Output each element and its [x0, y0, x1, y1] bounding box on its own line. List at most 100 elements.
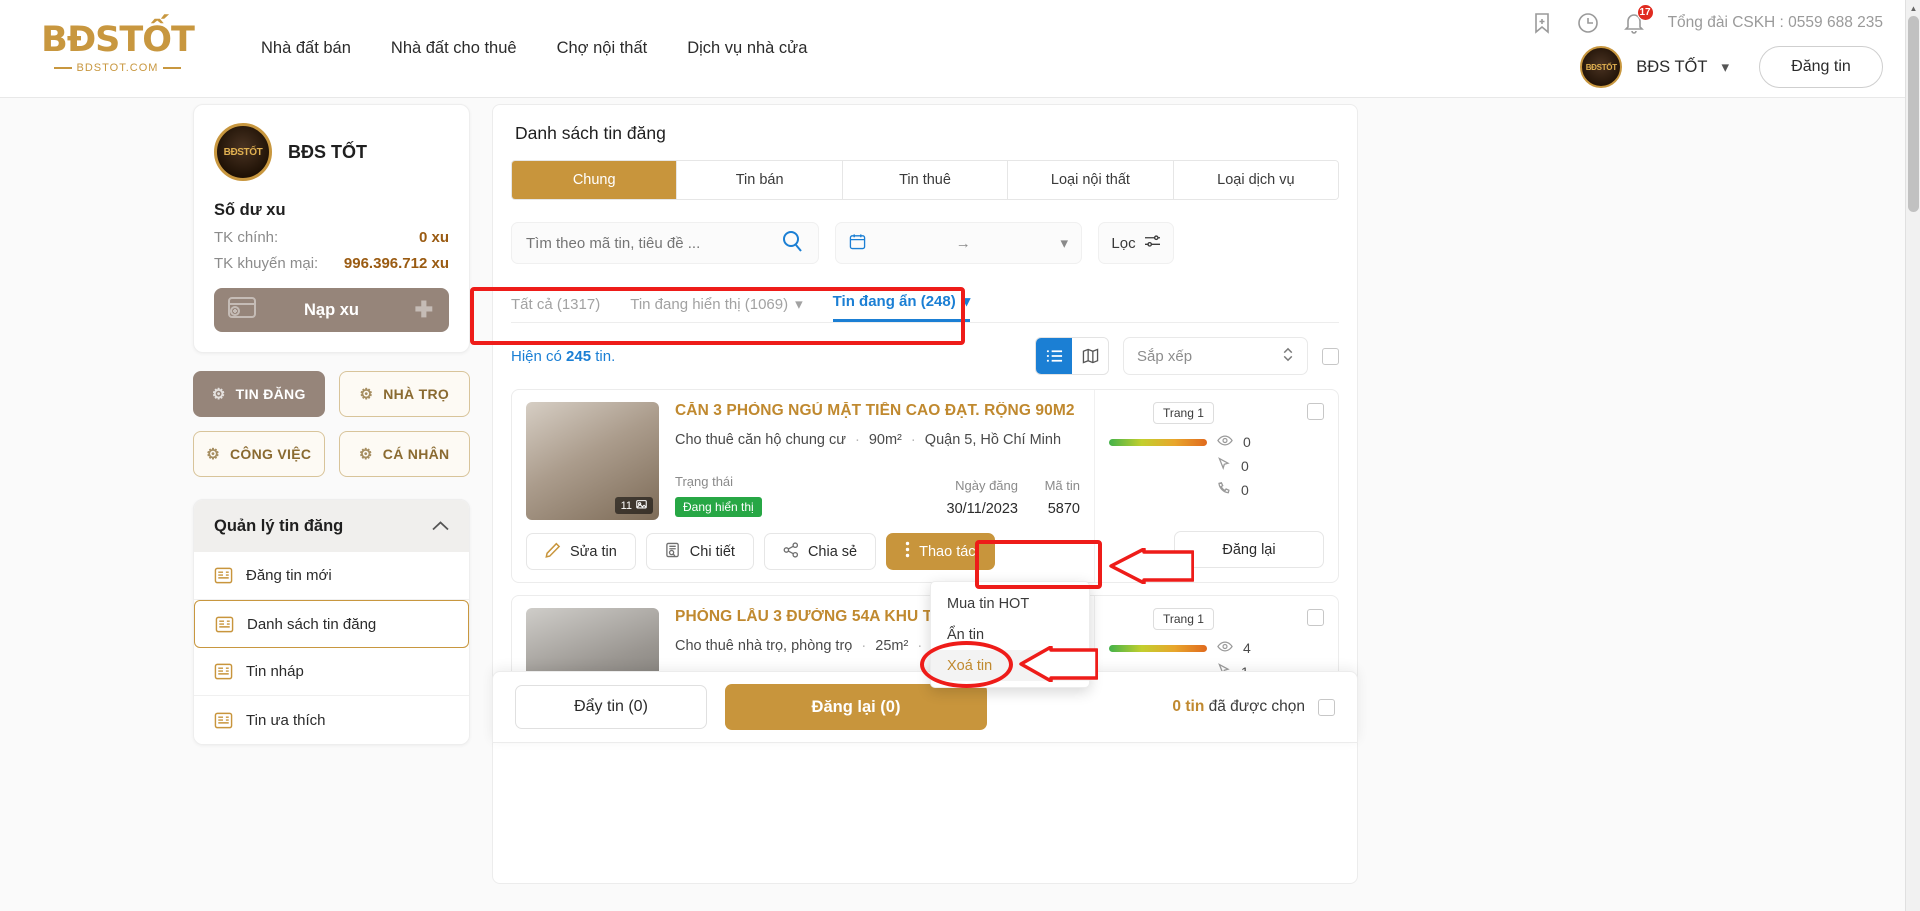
nav-item-nha-dat-cho-thue[interactable]: Nhà đất cho thuê [391, 39, 517, 58]
avatar[interactable]: BĐSTỐT [1580, 46, 1623, 88]
sort-chevrons-icon [1282, 346, 1294, 367]
hotline-text: Tổng đài CSKH : 0559 688 235 [1667, 14, 1883, 31]
tab-loai-noi-that[interactable]: Loại nội thất [1008, 161, 1174, 199]
dropdown-item-mua-tin-hot[interactable]: Mua tin HOT [931, 588, 1089, 619]
scrollbar-thumb[interactable] [1908, 16, 1919, 212]
tab-tin-thue[interactable]: Tin thuê [842, 161, 1009, 199]
listing-action-row: Sửa tin Chi tiết Chia sẻ Thao tác [526, 533, 1080, 570]
balance-label-promo: TK khuyến mại: [214, 255, 319, 272]
tab-tin-ban[interactable]: Tin bán [677, 161, 843, 199]
filter-button[interactable]: Lọc [1098, 222, 1174, 264]
status-tab-tat-ca[interactable]: Tất cả (1317) [511, 296, 600, 322]
listing-details-grid: Trạng thái Đang hiển thị Ngày đăng 30/11… [675, 474, 1080, 517]
listing-select-checkbox[interactable] [1307, 403, 1324, 420]
actions-menu-button[interactable]: Thao tác [886, 533, 995, 570]
quick-button-label: CÁ NHÂN [382, 446, 450, 462]
date-range-picker[interactable]: → ▾ [835, 222, 1082, 264]
sidebar-item-tin-nhap[interactable]: Tin nháp [194, 648, 469, 696]
chevron-down-icon[interactable]: ▾ [795, 295, 803, 313]
listing-detail-button[interactable]: Chi tiết [645, 533, 754, 570]
quick-button-nha-tro[interactable]: ⚙ NHÀ TRỌ [338, 371, 470, 417]
repost-listings-button[interactable]: Đăng lại (0) [725, 684, 987, 730]
performance-gradient-bar [1109, 438, 1207, 446]
dropdown-item-xoa-tin[interactable]: Xoá tin [931, 650, 1089, 681]
listing-title[interactable]: CĂN 3 PHÒNG NGỦ MẶT TIỀN CAO ĐẠT. RỘNG 9… [675, 402, 1080, 420]
chevron-up-icon[interactable] [432, 517, 449, 536]
sidebar-item-label: Tin ưa thích [246, 711, 326, 729]
history-clock-icon[interactable] [1576, 11, 1600, 35]
chevron-down-icon[interactable]: ▾ [1060, 234, 1068, 252]
listing-code-col: Mã tin 5870 [1018, 478, 1080, 517]
filter-sliders-icon [1144, 234, 1161, 253]
sidebar-item-dang-tin-moi[interactable]: Đăng tin mới [194, 552, 469, 600]
sidebar-item-tin-ua-thich[interactable]: Tin ưa thích [194, 696, 469, 744]
listing-select-checkbox[interactable] [1307, 609, 1324, 626]
tab-loai-dich-vu[interactable]: Loại dịch vụ [1173, 161, 1338, 199]
count-value: 245 [566, 347, 592, 365]
page-scrollbar[interactable]: ▲ [1905, 0, 1920, 911]
stat-calls: 0 [1109, 481, 1324, 498]
tab-chung[interactable]: Chung [512, 161, 678, 199]
bulk-select-checkbox[interactable] [1318, 698, 1335, 716]
sidebar-item-danh-sach-tin-dang[interactable]: Danh sách tin đăng [194, 600, 469, 648]
notification-bell-icon[interactable]: 17 [1622, 4, 1654, 35]
filter-label: Lọc [1111, 234, 1136, 252]
listing-thumbnail[interactable]: 11 [526, 402, 659, 520]
push-listings-button[interactable]: Đẩy tin (0) [515, 685, 707, 729]
sidebar-item-label: Đăng tin mới [246, 567, 332, 584]
date-column-header: Ngày đăng [955, 478, 1018, 493]
eye-icon [1217, 434, 1233, 450]
search-box[interactable] [511, 222, 819, 264]
listing-category: Cho thuê nhà trọ, phòng trọ [675, 638, 853, 654]
map-view-icon[interactable] [1072, 338, 1108, 374]
quick-button-label: NHÀ TRỌ [383, 386, 450, 402]
balance-label-main: TK chính: [214, 229, 279, 246]
scrollbar-up-arrow[interactable]: ▲ [1906, 0, 1920, 16]
listing-status-col: Trạng thái Đang hiển thị [675, 474, 908, 517]
status-tab-dang-hien-thi[interactable]: Tin đang hiển thị (1069) ▾ [630, 295, 802, 322]
quick-button-tin-dang[interactable]: ⚙ TIN ĐĂNG [193, 371, 325, 417]
site-logo[interactable]: BĐSTỐT BDSTOT.COM [30, 23, 205, 75]
search-icon[interactable] [780, 229, 804, 258]
listing-stats-panel: Trang 1 0 0 0 Đăng lại [1094, 390, 1338, 582]
dropdown-item-an-tin[interactable]: Ẩn tin [931, 619, 1089, 650]
chevron-down-icon[interactable]: ▾ [963, 292, 971, 310]
list-view-icon[interactable] [1036, 338, 1072, 374]
chevron-down-icon[interactable]: ▾ [1721, 58, 1729, 76]
new-post-icon [214, 566, 233, 585]
nav-item-cho-noi-that[interactable]: Chợ nội thất [557, 39, 648, 58]
edit-listing-label: Sửa tin [570, 543, 617, 560]
quick-button-cong-viec[interactable]: ⚙ CÔNG VIỆC [193, 431, 325, 477]
gear-icon: ⚙ [359, 446, 373, 463]
account-username: BĐS TỐT [1636, 57, 1708, 76]
manage-listings-title: Quản lý tin đăng [214, 516, 344, 535]
listing-area: 25m² [875, 638, 909, 654]
select-all-checkbox[interactable] [1322, 347, 1339, 365]
listing-category: Cho thuê căn hộ chung cư [675, 432, 846, 448]
filter-bar: → ▾ Lọc [511, 222, 1339, 264]
topup-button[interactable]: Nạp xu ✚ [214, 288, 449, 332]
click-icon [1217, 457, 1231, 474]
meta-separator: · [917, 638, 923, 654]
view-mode-toggle [1035, 337, 1109, 375]
post-listing-button[interactable]: Đăng tin [1759, 46, 1883, 88]
edit-listing-button[interactable]: Sửa tin [526, 533, 636, 570]
header-account-row: BĐSTỐT BĐS TỐT ▾ Đăng tin [1580, 42, 1883, 92]
performance-gradient-bar [1109, 644, 1207, 652]
quick-button-ca-nhan[interactable]: ⚙ CÁ NHÂN [338, 431, 470, 477]
search-input[interactable] [526, 234, 776, 252]
nav-item-dich-vu-nha-cua[interactable]: Dịch vụ nhà cửa [687, 39, 807, 58]
code-column-header: Mã tin [1044, 478, 1080, 493]
header-utility-row: 17 Tổng đài CSKH : 0559 688 235 [1530, 4, 1883, 40]
listing-area: 90m² [868, 432, 902, 448]
status-tab-dang-an[interactable]: Tin đang ẩn (248) ▾ [832, 292, 971, 322]
nav-item-nha-dat-ban[interactable]: Nhà đất bán [261, 39, 351, 58]
share-listing-button[interactable]: Chia sẻ [763, 533, 877, 570]
manage-listings-header[interactable]: Quản lý tin đăng [194, 500, 469, 552]
repost-listing-button[interactable]: Đăng lại [1174, 531, 1324, 568]
sort-select[interactable]: Sắp xếp [1123, 337, 1308, 375]
draft-post-icon [214, 662, 233, 681]
selection-summary-text: 0 tin đã được chọn [1172, 698, 1305, 716]
page-badge: Trang 1 [1153, 402, 1214, 424]
saved-bookmark-icon[interactable] [1530, 11, 1554, 35]
